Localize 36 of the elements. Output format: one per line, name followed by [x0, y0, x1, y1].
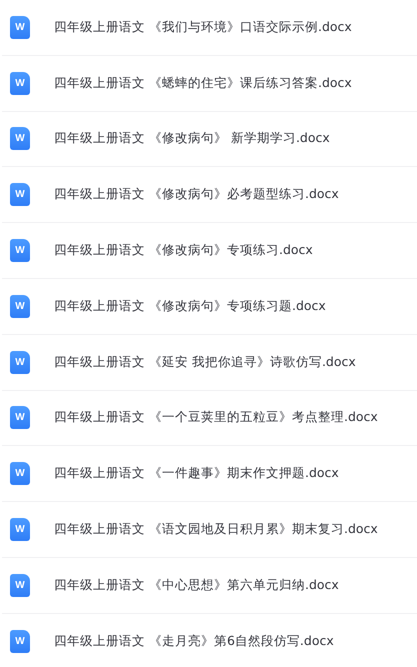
file-row[interactable]: W 四年级上册语文 《一件趣事》期末作文押题.docx: [2, 446, 417, 502]
file-row[interactable]: W 四年级上册语文 《修改病句》专项练习.docx: [2, 223, 417, 279]
file-row[interactable]: W 四年级上册语文 《我们与环境》口语交际示例.docx: [2, 0, 417, 56]
word-document-icon: W: [10, 630, 30, 653]
file-row[interactable]: W 四年级上册语文 《修改病句》 新学期学习.docx: [2, 112, 417, 168]
file-name: 四年级上册语文 《一件趣事》期末作文押题.docx: [54, 465, 339, 482]
file-name: 四年级上册语文 《修改病句》专项练习.docx: [54, 242, 313, 260]
word-document-icon: W: [10, 16, 30, 39]
file-name: 四年级上册语文 《修改病句》 新学期学习.docx: [54, 130, 330, 148]
file-row[interactable]: W 四年级上册语文 《语文园地及日积月累》期末复习.docx: [2, 502, 417, 558]
word-document-icon: W: [10, 127, 30, 150]
file-name: 四年级上册语文 《走月亮》第6自然段仿写.docx: [54, 632, 334, 650]
word-document-icon: W: [10, 239, 30, 262]
word-document-icon: W: [10, 406, 30, 430]
file-name: 四年级上册语文 《延安 我把你追寻》诗歌仿写.docx: [54, 354, 356, 371]
word-document-icon: W: [10, 350, 30, 374]
word-document-icon: W: [10, 72, 30, 95]
file-name: 四年级上册语文 《修改病句》必考题型练习.docx: [54, 186, 339, 204]
word-document-icon: W: [10, 462, 30, 486]
file-name: 四年级上册语文 《蟋蟀的住宅》课后练习答案.docx: [54, 74, 352, 92]
file-row[interactable]: W 四年级上册语文 《蟋蟀的住宅》课后练习答案.docx: [2, 56, 417, 112]
word-document-icon: W: [10, 518, 30, 542]
file-row[interactable]: W 四年级上册语文 《延安 我把你追寻》诗歌仿写.docx: [2, 334, 417, 391]
file-name: 四年级上册语文 《修改病句》专项练习题.docx: [54, 298, 326, 315]
file-name: 四年级上册语文 《我们与环境》口语交际示例.docx: [54, 18, 352, 36]
file-row[interactable]: W 四年级上册语文 《修改病句》专项练习题.docx: [2, 278, 417, 335]
file-row[interactable]: W 四年级上册语文 《走月亮》第6自然段仿写.docx: [2, 614, 417, 667]
word-document-icon: W: [10, 183, 30, 206]
file-name: 四年级上册语文 《一个豆荚里的五粒豆》考点整理.docx: [54, 409, 378, 426]
word-document-icon: W: [10, 294, 30, 318]
file-row[interactable]: W 四年级上册语文 《修改病句》必考题型练习.docx: [2, 167, 417, 224]
file-name: 四年级上册语文 《中心思想》第六单元归纳.docx: [54, 576, 339, 594]
file-name: 四年级上册语文 《语文园地及日积月累》期末复习.docx: [54, 521, 378, 538]
word-document-icon: W: [10, 574, 30, 597]
file-row[interactable]: W 四年级上册语文 《中心思想》第六单元归纳.docx: [2, 558, 417, 614]
file-row[interactable]: W 四年级上册语文 《一个豆荚里的五粒豆》考点整理.docx: [2, 390, 417, 446]
